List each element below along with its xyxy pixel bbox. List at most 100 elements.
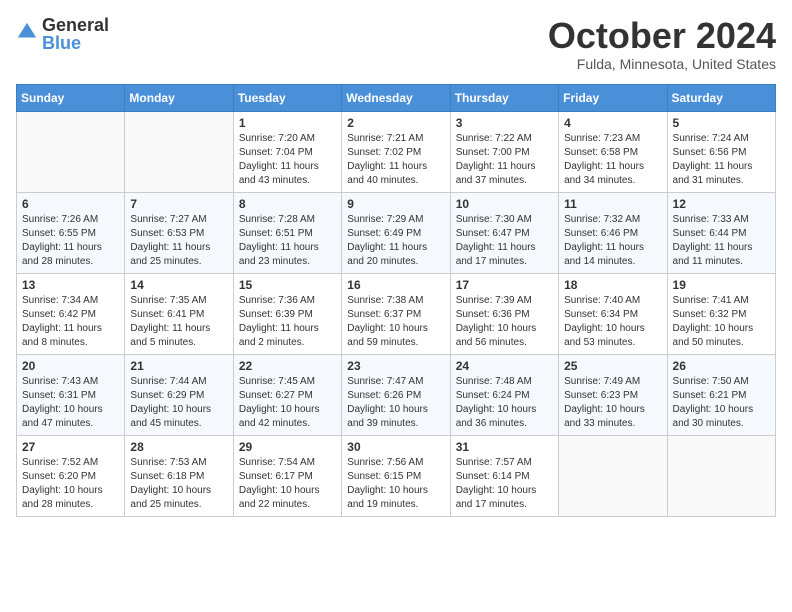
day-number: 16: [347, 278, 444, 292]
day-number: 2: [347, 116, 444, 130]
calendar-cell: 23Sunrise: 7:47 AMSunset: 6:26 PMDayligh…: [342, 354, 450, 435]
day-number: 29: [239, 440, 336, 454]
day-number: 12: [673, 197, 770, 211]
day-info: Sunrise: 7:33 AMSunset: 6:44 PMDaylight:…: [673, 213, 770, 269]
calendar-cell: [667, 435, 775, 516]
day-number: 7: [130, 197, 227, 211]
day-info: Sunrise: 7:21 AMSunset: 7:02 PMDaylight:…: [347, 132, 444, 188]
calendar-cell: 28Sunrise: 7:53 AMSunset: 6:18 PMDayligh…: [125, 435, 233, 516]
day-info: Sunrise: 7:30 AMSunset: 6:47 PMDaylight:…: [456, 213, 553, 269]
day-info: Sunrise: 7:36 AMSunset: 6:39 PMDaylight:…: [239, 294, 336, 350]
day-header-monday: Monday: [125, 84, 233, 111]
day-info: Sunrise: 7:52 AMSunset: 6:20 PMDaylight:…: [22, 456, 119, 512]
calendar-cell: 2 Sunrise: 7:21 AMSunset: 7:02 PMDaylight…: [342, 111, 450, 192]
day-number: 5: [673, 116, 770, 130]
calendar-cell: 21 Sunrise: 7:44 AMSunset: 6:29 PMDayligh…: [125, 354, 233, 435]
title-block: October 2024 Fulda, Minnesota, United St…: [548, 16, 776, 72]
logo-general-text: General: [42, 16, 109, 34]
calendar-cell: 11 Sunrise: 7:32 AMSunset: 6:46 PMDayligh…: [559, 192, 667, 273]
day-info: Sunrise: 7:28 AMSunset: 6:51 PMDaylight:…: [239, 213, 336, 269]
calendar-cell: 1Sunrise: 7:20 AMSunset: 7:04 PMDaylight…: [233, 111, 341, 192]
day-number: 27: [22, 440, 119, 454]
calendar-cell: 7 Sunrise: 7:27 AMSunset: 6:53 PMDaylight…: [125, 192, 233, 273]
day-number: 25: [564, 359, 661, 373]
calendar-cell: 5 Sunrise: 7:24 AMSunset: 6:56 PMDaylight…: [667, 111, 775, 192]
day-info: Sunrise: 7:54 AMSunset: 6:17 PMDaylight:…: [239, 456, 336, 512]
day-header-saturday: Saturday: [667, 84, 775, 111]
day-header-friday: Friday: [559, 84, 667, 111]
day-number: 10: [456, 197, 553, 211]
day-info: Sunrise: 7:56 AMSunset: 6:15 PMDaylight:…: [347, 456, 444, 512]
calendar-week-row: 27 Sunrise: 7:52 AMSunset: 6:20 PMDayligh…: [17, 435, 776, 516]
day-number: 20: [22, 359, 119, 373]
day-number: 18: [564, 278, 661, 292]
calendar-cell: 15 Sunrise: 7:36 AMSunset: 6:39 PMDayligh…: [233, 273, 341, 354]
day-info: Sunrise: 7:45 AMSunset: 6:27 PMDaylight:…: [239, 375, 336, 431]
logo: General Blue: [16, 16, 109, 52]
day-number: 9: [347, 197, 444, 211]
day-info: Sunrise: 7:57 AMSunset: 6:14 PMDaylight:…: [456, 456, 553, 512]
day-info: Sunrise: 7:27 AMSunset: 6:53 PMDaylight:…: [130, 213, 227, 269]
calendar-cell: 20 Sunrise: 7:43 AMSunset: 6:31 PMDayligh…: [17, 354, 125, 435]
day-header-thursday: Thursday: [450, 84, 558, 111]
calendar-cell: 26 Sunrise: 7:50 AMSunset: 6:21 PMDayligh…: [667, 354, 775, 435]
calendar-cell: 30 Sunrise: 7:56 AMSunset: 6:15 PMDayligh…: [342, 435, 450, 516]
day-info: Sunrise: 7:35 AMSunset: 6:41 PMDaylight:…: [130, 294, 227, 350]
day-info: Sunrise: 7:32 AMSunset: 6:46 PMDaylight:…: [564, 213, 661, 269]
calendar-cell: [125, 111, 233, 192]
day-info: Sunrise: 7:41 AMSunset: 6:32 PMDaylight:…: [673, 294, 770, 350]
calendar-cell: 10 Sunrise: 7:30 AMSunset: 6:47 PMDayligh…: [450, 192, 558, 273]
calendar-week-row: 20 Sunrise: 7:43 AMSunset: 6:31 PMDayligh…: [17, 354, 776, 435]
location-text: Fulda, Minnesota, United States: [548, 56, 776, 72]
calendar-cell: [559, 435, 667, 516]
calendar-week-row: 13Sunrise: 7:34 AMSunset: 6:42 PMDayligh…: [17, 273, 776, 354]
day-number: 13: [22, 278, 119, 292]
day-number: 30: [347, 440, 444, 454]
day-number: 17: [456, 278, 553, 292]
calendar-cell: 14Sunrise: 7:35 AMSunset: 6:41 PMDayligh…: [125, 273, 233, 354]
day-number: 19: [673, 278, 770, 292]
day-number: 4: [564, 116, 661, 130]
page-header: General Blue October 2024 Fulda, Minneso…: [16, 16, 776, 72]
calendar-cell: 25Sunrise: 7:49 AMSunset: 6:23 PMDayligh…: [559, 354, 667, 435]
day-info: Sunrise: 7:29 AMSunset: 6:49 PMDaylight:…: [347, 213, 444, 269]
day-number: 15: [239, 278, 336, 292]
calendar-cell: 22Sunrise: 7:45 AMSunset: 6:27 PMDayligh…: [233, 354, 341, 435]
day-header-wednesday: Wednesday: [342, 84, 450, 111]
day-info: Sunrise: 7:44 AMSunset: 6:29 PMDaylight:…: [130, 375, 227, 431]
calendar-header-row: SundayMondayTuesdayWednesdayThursdayFrid…: [17, 84, 776, 111]
day-number: 8: [239, 197, 336, 211]
calendar-cell: 24Sunrise: 7:48 AMSunset: 6:24 PMDayligh…: [450, 354, 558, 435]
month-title: October 2024: [548, 16, 776, 56]
calendar-cell: 19 Sunrise: 7:41 AMSunset: 6:32 PMDayligh…: [667, 273, 775, 354]
day-info: Sunrise: 7:47 AMSunset: 6:26 PMDaylight:…: [347, 375, 444, 431]
day-header-tuesday: Tuesday: [233, 84, 341, 111]
day-info: Sunrise: 7:43 AMSunset: 6:31 PMDaylight:…: [22, 375, 119, 431]
calendar-week-row: 1Sunrise: 7:20 AMSunset: 7:04 PMDaylight…: [17, 111, 776, 192]
day-number: 21: [130, 359, 227, 373]
calendar-cell: 29 Sunrise: 7:54 AMSunset: 6:17 PMDayligh…: [233, 435, 341, 516]
day-info: Sunrise: 7:22 AMSunset: 7:00 PMDaylight:…: [456, 132, 553, 188]
day-info: Sunrise: 7:24 AMSunset: 6:56 PMDaylight:…: [673, 132, 770, 188]
day-number: 1: [239, 116, 336, 130]
calendar-cell: 18 Sunrise: 7:40 AMSunset: 6:34 PMDayligh…: [559, 273, 667, 354]
day-info: Sunrise: 7:50 AMSunset: 6:21 PMDaylight:…: [673, 375, 770, 431]
calendar-week-row: 6Sunrise: 7:26 AMSunset: 6:55 PMDaylight…: [17, 192, 776, 273]
day-number: 11: [564, 197, 661, 211]
day-number: 3: [456, 116, 553, 130]
day-number: 26: [673, 359, 770, 373]
calendar-cell: 8 Sunrise: 7:28 AMSunset: 6:51 PMDaylight…: [233, 192, 341, 273]
calendar-cell: 17Sunrise: 7:39 AMSunset: 6:36 PMDayligh…: [450, 273, 558, 354]
calendar-table: SundayMondayTuesdayWednesdayThursdayFrid…: [16, 84, 776, 517]
logo-blue-text: Blue: [42, 34, 109, 52]
calendar-cell: 6Sunrise: 7:26 AMSunset: 6:55 PMDaylight…: [17, 192, 125, 273]
calendar-cell: 3 Sunrise: 7:22 AMSunset: 7:00 PMDaylight…: [450, 111, 558, 192]
day-header-sunday: Sunday: [17, 84, 125, 111]
calendar-cell: 12 Sunrise: 7:33 AMSunset: 6:44 PMDayligh…: [667, 192, 775, 273]
day-info: Sunrise: 7:40 AMSunset: 6:34 PMDaylight:…: [564, 294, 661, 350]
day-number: 24: [456, 359, 553, 373]
calendar-cell: 27 Sunrise: 7:52 AMSunset: 6:20 PMDayligh…: [17, 435, 125, 516]
day-number: 31: [456, 440, 553, 454]
calendar-cell: 16Sunrise: 7:38 AMSunset: 6:37 PMDayligh…: [342, 273, 450, 354]
day-info: Sunrise: 7:23 AMSunset: 6:58 PMDaylight:…: [564, 132, 661, 188]
